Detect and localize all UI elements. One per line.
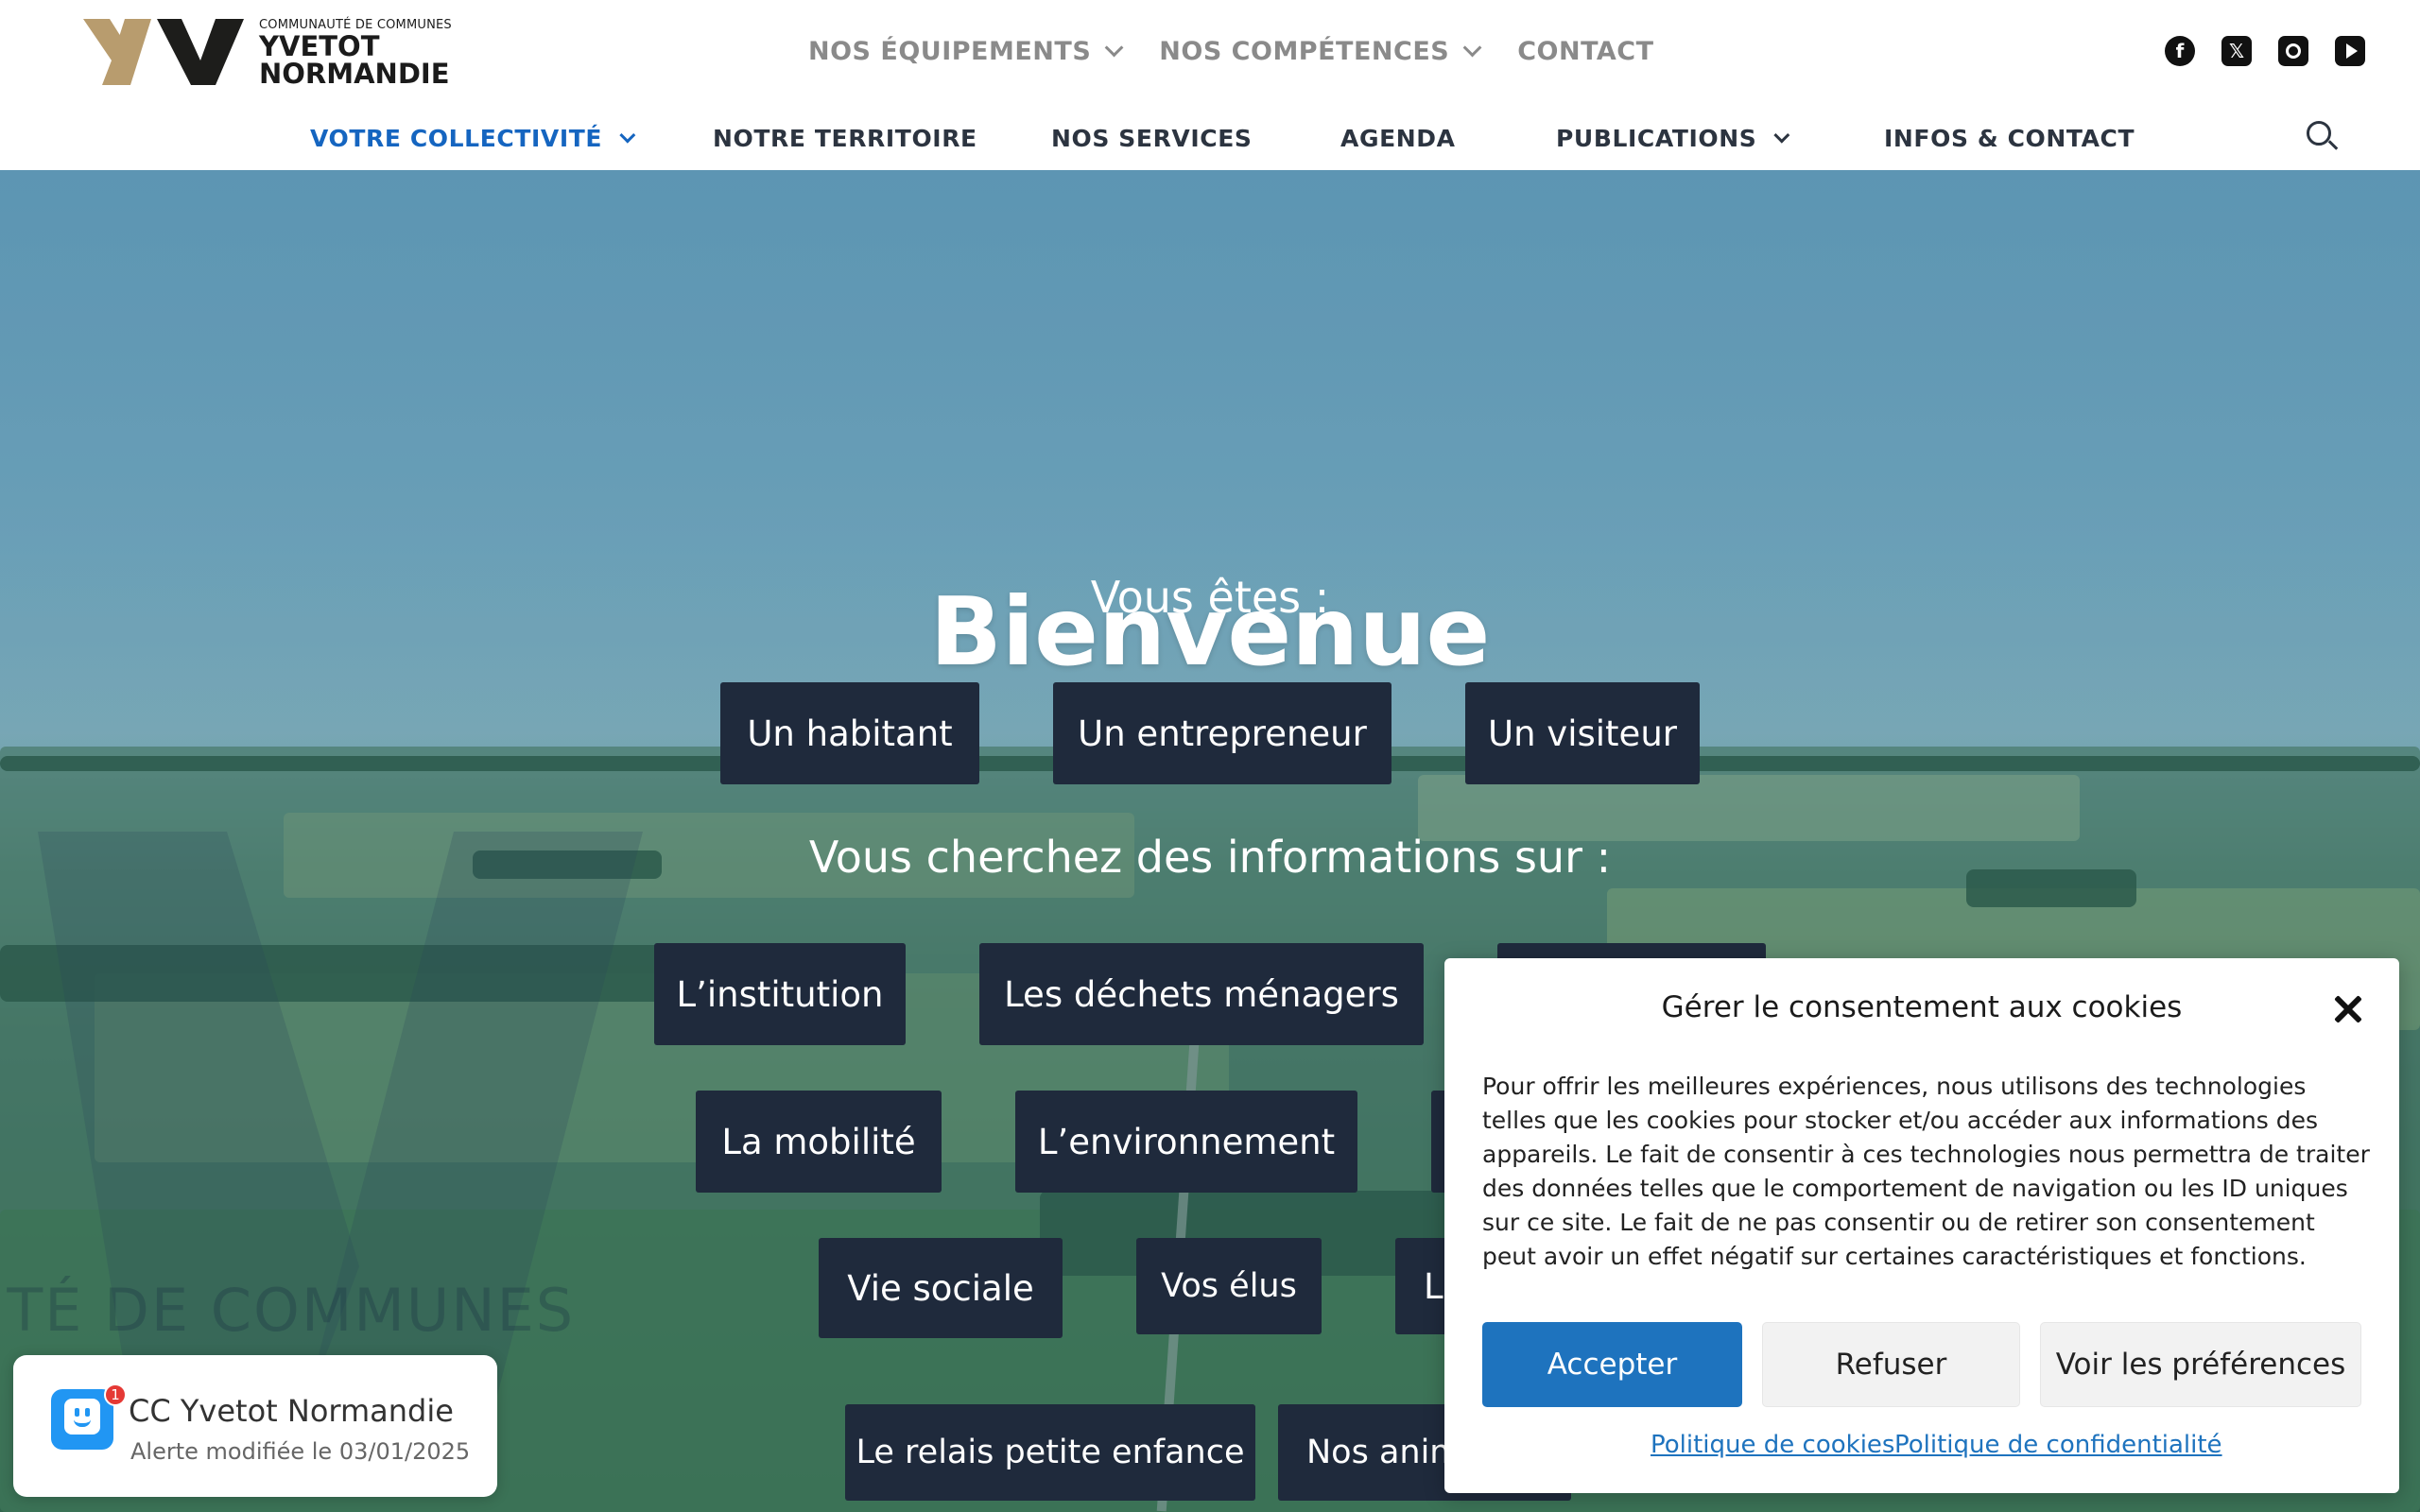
topic-button-dechets[interactable]: Les déchets ménagers (979, 943, 1424, 1045)
notification-badge: 1 (104, 1383, 127, 1406)
logo-line-1: YVETOT (259, 30, 380, 62)
main-nav-collectivite[interactable]: VOTRE COLLECTIVITÉ (310, 119, 636, 157)
main-nav: VOTRE COLLECTIVITÉ NOTRE TERRITOIRE NOS … (0, 119, 2420, 157)
privacy-policy-link[interactable]: Politique de confidentialité (1894, 1431, 2222, 1459)
youtube-icon[interactable] (2335, 36, 2365, 66)
chevron-down-icon (1773, 127, 1790, 144)
top-nav-label: NOS ÉQUIPEMENTS (808, 36, 1092, 66)
topic-button-relais-petite-enfance[interactable]: Le relais petite enfance (845, 1404, 1255, 1501)
top-nav-contact[interactable]: CONTACT (1517, 32, 1653, 70)
main-nav-infos-contact[interactable]: INFOS & CONTACT (1884, 119, 2135, 157)
top-nav: NOS ÉQUIPEMENTS NOS COMPÉTENCES CONTACT (808, 32, 1696, 70)
main-nav-label: AGENDA (1340, 124, 1456, 152)
main-nav-label: VOTRE COLLECTIVITÉ (310, 124, 603, 152)
main-nav-label: NOTRE TERRITOIRE (713, 124, 977, 152)
logo-line-2: NORMANDIE (259, 58, 450, 90)
cookie-consent-dialog: Gérer le consentement aux cookies Pour o… (1444, 958, 2399, 1493)
profile-button-visiteur[interactable]: Un visiteur (1465, 682, 1700, 784)
chevron-down-icon (619, 127, 636, 144)
cookie-title: Gérer le consentement aux cookies (1661, 990, 2183, 1024)
close-icon[interactable] (2331, 992, 2365, 1026)
alert-title: CC Yvetot Normandie (129, 1393, 454, 1429)
topic-button-institution[interactable]: L’institution (654, 943, 906, 1045)
alert-subtitle: Alerte modifiée le 03/01/2025 (130, 1438, 471, 1465)
profile-button-habitant[interactable]: Un habitant (720, 682, 979, 784)
main-nav-label: INFOS & CONTACT (1884, 124, 2135, 152)
topic-button-elus[interactable]: Vos élus (1136, 1238, 1322, 1334)
accept-button[interactable]: Accepter (1482, 1322, 1742, 1407)
alert-widget[interactable]: 1 CC Yvetot Normandie Alerte modifiée le… (13, 1355, 497, 1497)
refuse-button[interactable]: Refuser (1762, 1322, 2020, 1407)
top-nav-label: NOS COMPÉTENCES (1159, 36, 1450, 66)
profile-button-entrepreneur[interactable]: Un entrepreneur (1053, 682, 1392, 784)
top-nav-equipements[interactable]: NOS ÉQUIPEMENTS (808, 32, 1124, 70)
top-nav-label: CONTACT (1517, 36, 1654, 66)
topic-button-environnement[interactable]: L’environnement (1015, 1091, 1357, 1193)
chevron-down-icon (1462, 38, 1482, 58)
main-nav-services[interactable]: NOS SERVICES (1051, 119, 1253, 157)
preferences-button[interactable]: Voir les préférences (2040, 1322, 2361, 1407)
search-icon[interactable] (2307, 121, 2339, 153)
main-nav-publications[interactable]: PUBLICATIONS (1556, 119, 1790, 157)
chevron-down-icon (1104, 38, 1124, 58)
cookie-policy-link[interactable]: Politique de cookies (1651, 1431, 1894, 1459)
site-logo[interactable]: COMMUNAUTÉ DE COMMUNES YVETOT NORMANDIE (83, 15, 461, 91)
social-links: f 𝕏 (2165, 36, 2365, 66)
site-header: COMMUNAUTÉ DE COMMUNES YVETOT NORMANDIE … (0, 0, 2420, 170)
logo-mark (83, 19, 244, 85)
topic-button-mobilite[interactable]: La mobilité (696, 1091, 942, 1193)
hero-subtitle-topics: Vous cherchez des informations sur : (808, 832, 1612, 883)
hero-subtitle-profiles: Vous êtes : (1090, 572, 1330, 623)
instagram-icon[interactable] (2278, 36, 2308, 66)
main-nav-territoire[interactable]: NOTRE TERRITOIRE (713, 119, 977, 157)
watermark-text: UTÉ DE COMMUNES (0, 1276, 576, 1345)
topic-button-vie-sociale[interactable]: Vie sociale (819, 1238, 1063, 1338)
top-nav-competences[interactable]: NOS COMPÉTENCES (1159, 32, 1482, 70)
x-icon[interactable]: 𝕏 (2221, 36, 2252, 66)
cookie-body-text: Pour offrir les meilleures expériences, … (1482, 1073, 2370, 1270)
facebook-icon[interactable]: f (2165, 36, 2195, 66)
main-nav-agenda[interactable]: AGENDA (1340, 119, 1456, 157)
main-nav-label: PUBLICATIONS (1556, 124, 1757, 152)
main-nav-label: NOS SERVICES (1051, 124, 1253, 152)
